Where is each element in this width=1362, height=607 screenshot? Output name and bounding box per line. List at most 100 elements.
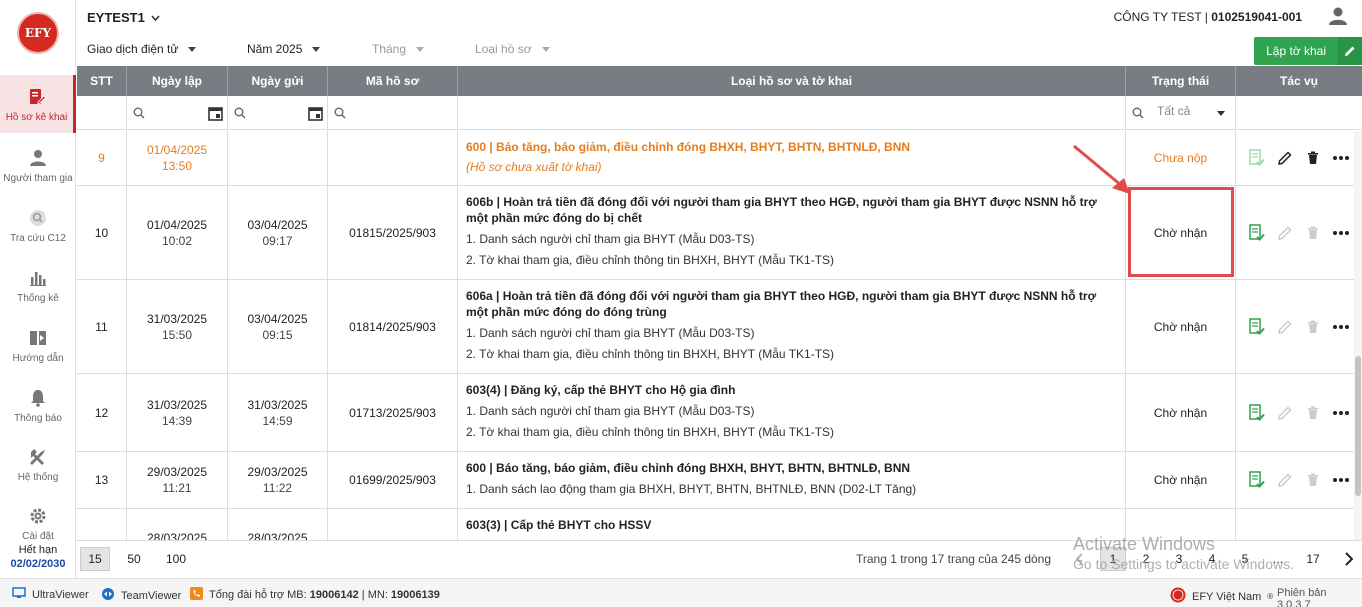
record-code: 01699/2025/903 — [349, 473, 436, 487]
search-icon — [234, 107, 246, 122]
record-item[interactable]: 2. Tờ khai tham gia, điều chỉnh thông ti… — [466, 346, 834, 362]
status-badge: Chờ nhận — [1153, 473, 1208, 487]
ultraviewer-label: UltraViewer — [32, 588, 89, 601]
record-code: 01713/2025/903 — [349, 405, 436, 420]
delete-icon — [1304, 471, 1322, 489]
sidebar-item-he-thong[interactable]: Hệ thống — [0, 435, 76, 493]
col-record-type: Loại hồ sơ và tờ khai — [458, 66, 1126, 96]
check-document-icon[interactable] — [1248, 471, 1266, 489]
transaction-type-value: Giao dịch điện tử — [87, 42, 179, 56]
teamviewer-icon — [101, 587, 115, 604]
month-select[interactable]: Tháng — [372, 42, 425, 56]
delete-icon[interactable] — [1304, 149, 1322, 167]
record-title[interactable]: 606a | Hoàn trả tiền đã đóng đối với ngư… — [466, 288, 1117, 320]
create-declaration-button[interactable]: Lập tờ khai — [1254, 37, 1362, 65]
user-icon[interactable] — [1328, 6, 1348, 26]
sidebar-item-huong-dan[interactable]: Hướng dẫn — [0, 316, 76, 374]
record-title[interactable]: 603(4) | Đăng ký, cấp thẻ BHYT cho Hộ gi… — [466, 382, 735, 398]
sent-date: 29/03/2025 — [247, 465, 308, 479]
tools-icon — [27, 446, 49, 468]
calendar-icon[interactable] — [308, 106, 323, 124]
brand[interactable]: EFY Việt Nam ® — [1170, 587, 1273, 606]
created-time: 11:21 — [162, 481, 192, 495]
sidebar-item-nguoi-tham-gia[interactable]: Người tham gia — [0, 136, 76, 194]
created-time: 15:50 — [161, 327, 193, 342]
more-icon[interactable] — [1332, 224, 1350, 242]
page-size-15[interactable]: 15 — [80, 547, 110, 571]
sidebar-item-label: Hệ thống — [17, 471, 59, 483]
row-stt: 12 — [94, 405, 109, 420]
next-page-button[interactable] — [1335, 547, 1361, 571]
filter-row: Tất cả — [77, 96, 1362, 130]
search-icon — [334, 107, 346, 122]
edit-icon[interactable] — [1276, 149, 1294, 167]
ultraviewer-link[interactable]: UltraViewer — [12, 587, 89, 602]
check-document-icon[interactable] — [1248, 149, 1266, 167]
annotation-arrow-icon — [1073, 144, 1130, 194]
edit-icon — [1276, 404, 1294, 422]
record-item[interactable]: 1. Danh sách người chỉ tham gia BHYT (Mẫ… — [466, 325, 754, 341]
edit-icon — [1276, 318, 1294, 336]
sent-date: 03/04/2025 — [247, 217, 308, 232]
record-item[interactable]: 2. Tờ khai tham gia, điều chỉnh thông ti… — [466, 424, 834, 440]
record-type-select[interactable]: Loại hồ sơ — [475, 42, 550, 56]
more-icon[interactable] — [1332, 318, 1350, 336]
record-code-filter[interactable] — [328, 96, 458, 130]
row-stt: 10 — [94, 225, 109, 240]
more-icon[interactable] — [1332, 404, 1350, 422]
record-item[interactable]: 1. Danh sách người chỉ tham gia BHYT (Mẫ… — [466, 231, 754, 247]
status-filter[interactable]: Tất cả — [1126, 96, 1236, 130]
more-icon[interactable] — [1332, 149, 1350, 167]
caret-down-icon — [1217, 111, 1225, 116]
year-select[interactable]: Năm 2025 — [247, 42, 321, 56]
table-row[interactable]: 9 01/04/2025 13:50 600 | Báo tăng, báo gi… — [77, 131, 1362, 186]
record-item[interactable]: 1. Danh sách người chỉ tham gia BHYT (Mẫ… — [466, 403, 754, 419]
table-row[interactable]: 11 31/03/2025 15:50 03/04/2025 09:15 01814… — [77, 280, 1362, 374]
efy-logo[interactable]: EFY — [17, 12, 59, 54]
record-item[interactable]: 1. Danh sách lao động tham gia BHXH, BHY… — [466, 481, 916, 497]
sidebar-item-ho-so-ke-khai[interactable]: Hồ sơ kê khai — [0, 75, 76, 133]
sidebar-item-tra-cuu-c12[interactable]: Tra cứu C12 — [0, 196, 76, 254]
search-icon — [133, 107, 145, 122]
transaction-type-select[interactable]: Giao dịch điện tử — [87, 42, 197, 56]
col-created-date: Ngày lập — [127, 66, 228, 96]
check-document-icon[interactable] — [1248, 223, 1266, 242]
created-date-filter[interactable] — [127, 96, 228, 130]
teamviewer-link[interactable]: TeamViewer — [101, 587, 181, 604]
sent-date-filter[interactable] — [228, 96, 328, 130]
row-stt: 9 — [98, 151, 105, 165]
tax-code: 0102519041-001 — [1211, 10, 1302, 24]
scrollbar-thumb[interactable] — [1355, 356, 1361, 496]
chevron-down-icon — [151, 10, 161, 25]
hotline-mn: 19006139 — [390, 589, 440, 601]
sidebar-item-thong-ke[interactable]: Thống kê — [0, 256, 76, 314]
created-time: 10:02 — [161, 233, 193, 248]
more-icon[interactable] — [1332, 471, 1350, 489]
sidebar-item-thong-bao[interactable]: Thông báo — [0, 376, 76, 434]
filter-cell-stt — [77, 96, 127, 130]
record-title[interactable]: 600 | Báo tăng, báo giảm, điều chỉnh đón… — [466, 460, 910, 476]
sent-time: 09:15 — [262, 327, 293, 342]
record-title[interactable]: 606b | Hoàn trả tiền đã đóng đối với ngư… — [466, 194, 1117, 226]
version: Phiên bản 3.0.3.7 — [1277, 587, 1327, 607]
record-item[interactable]: 2. Tờ khai tham gia, điều chỉnh thông ti… — [466, 252, 834, 268]
record-title[interactable]: 603(3) | Cấp thẻ BHYT cho HSSV — [466, 517, 651, 533]
page-size-50[interactable]: 50 — [119, 547, 149, 571]
page-17[interactable]: 17 — [1300, 547, 1326, 571]
check-document-icon[interactable] — [1248, 403, 1266, 422]
calendar-icon[interactable] — [208, 106, 223, 124]
hotline: Tổng đài hỗ trợ MB: 19006142 | MN: 19006… — [190, 587, 440, 603]
table-row[interactable]: 13 29/03/2025 11:21 29/03/2025 11:22 01699… — [77, 452, 1362, 509]
table-row[interactable]: 12 31/03/2025 14:39 31/03/2025 14:59 01713… — [77, 374, 1362, 452]
activation-watermark-hint: Go to Settings to activate Windows. — [1073, 556, 1294, 572]
col-record-code: Mã hồ sơ — [328, 66, 458, 96]
sent-time: 14:59 — [262, 413, 293, 428]
sent-time: 09:17 — [262, 233, 293, 248]
record-note: (Hồ sơ chưa xuất tờ khai) — [466, 160, 602, 174]
page-size-100[interactable]: 100 — [161, 547, 191, 571]
created-date: 31/03/2025 — [146, 397, 208, 412]
check-document-icon[interactable] — [1248, 317, 1266, 336]
record-title[interactable]: 600 | Báo tăng, báo giảm, điều chỉnh đón… — [466, 139, 910, 155]
company-selector[interactable]: EYTEST1 — [87, 10, 161, 25]
sent-date: 03/04/2025 — [247, 311, 308, 326]
